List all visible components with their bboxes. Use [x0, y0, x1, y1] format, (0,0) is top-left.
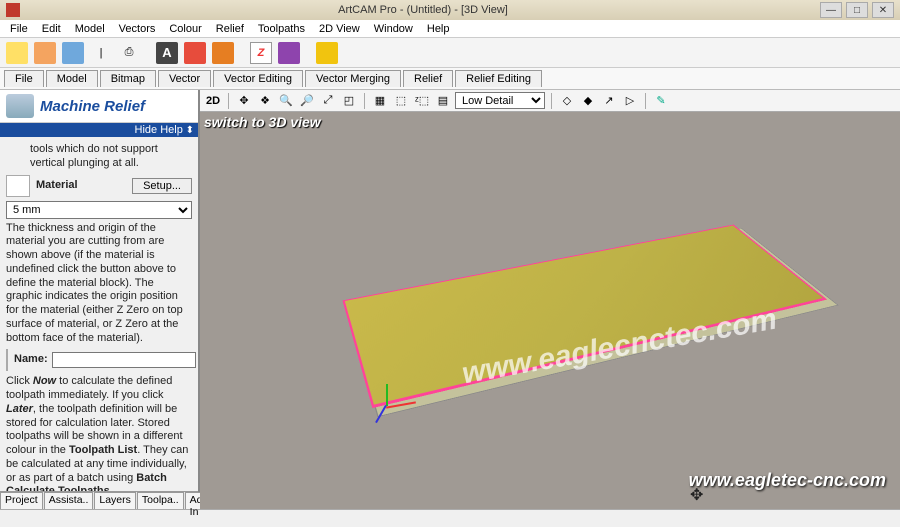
tab-toolbar: File Model Bitmap Vector Vector Editing … [0, 68, 900, 90]
material-thickness-select[interactable]: 5 mm [6, 201, 192, 219]
menu-window[interactable]: Window [368, 22, 419, 36]
play-icon[interactable]: ▷ [621, 92, 639, 110]
menubar: File Edit Model Vectors Colour Relief To… [0, 20, 900, 38]
tab-file[interactable]: File [4, 70, 44, 87]
btab-assistant[interactable]: Assista.. [44, 492, 94, 509]
viewport-3d[interactable]: 2D ✥ ❖ 🔍 🔎 ⤢ ◰ ▦ ⬚ ᶻ⬚ ▤ Low Detail ◇ ◆ ↗… [200, 90, 900, 509]
tab-vector-merging[interactable]: Vector Merging [305, 70, 401, 87]
menu-file[interactable]: File [4, 22, 34, 36]
name-input[interactable] [52, 352, 196, 368]
zoom-window-icon[interactable]: ◰ [340, 92, 358, 110]
hide-help-bar[interactable]: Hide Help ⬍ [0, 123, 198, 137]
name-icon [6, 349, 8, 371]
relief-scene [320, 160, 850, 440]
menu-help[interactable]: Help [421, 22, 456, 36]
switch-to-3d-label: switch to 3D view [204, 114, 321, 130]
zoom-out-icon[interactable]: 🔎 [298, 92, 316, 110]
view-z-icon[interactable]: ᶻ⬚ [413, 92, 431, 110]
material-bounding-box [342, 225, 827, 409]
move-icon[interactable]: ✥ [235, 92, 253, 110]
tab-relief-editing[interactable]: Relief Editing [455, 70, 542, 87]
view-iso-icon[interactable]: ⬚ [392, 92, 410, 110]
view-2d-button[interactable]: 2D [204, 92, 222, 110]
tab-vector[interactable]: Vector [158, 70, 211, 87]
z-tool-icon[interactable]: Z [250, 42, 272, 64]
book-icon[interactable] [278, 42, 300, 64]
btab-project[interactable]: Project [0, 492, 43, 509]
machine-relief-icon [6, 94, 34, 118]
sidebar-bottom-tabs: Project Assista.. Layers Toolpa.. Add In [0, 491, 198, 509]
shade-solid-icon[interactable]: ◆ [579, 92, 597, 110]
menu-model[interactable]: Model [69, 22, 111, 36]
save-icon[interactable] [62, 42, 84, 64]
viewport-toolbar: 2D ✥ ❖ 🔍 🔎 ⤢ ◰ ▦ ⬚ ᶻ⬚ ▤ Low Detail ◇ ◆ ↗… [200, 90, 900, 112]
move-cursor-icon: ✥ [690, 485, 703, 505]
menu-vectors[interactable]: Vectors [113, 22, 162, 36]
detail-select[interactable]: Low Detail [455, 92, 545, 109]
orange-tool-icon[interactable] [212, 42, 234, 64]
btab-layers[interactable]: Layers [94, 492, 136, 509]
tab-model[interactable]: Model [46, 70, 98, 87]
new-icon[interactable] [6, 42, 28, 64]
name-label: Name: [14, 353, 48, 367]
material-description: The thickness and origin of the material… [6, 222, 192, 346]
red-tool-icon[interactable] [184, 42, 206, 64]
main-toolbar: | ⎙ A Z [0, 38, 900, 68]
menu-relief[interactable]: Relief [210, 22, 250, 36]
menu-toolpaths[interactable]: Toolpaths [252, 22, 311, 36]
people-icon[interactable] [316, 42, 338, 64]
rotate-icon[interactable]: ❖ [256, 92, 274, 110]
menu-colour[interactable]: Colour [163, 22, 207, 36]
statusbar [0, 509, 900, 527]
y-axis-icon [386, 384, 388, 406]
open-icon[interactable] [34, 42, 56, 64]
tab-relief[interactable]: Relief [403, 70, 453, 87]
sidebar-body: tools which do not support vertical plun… [0, 137, 198, 491]
shade-diamond-icon[interactable]: ◇ [558, 92, 576, 110]
close-window-button[interactable]: ✕ [872, 2, 894, 18]
setup-button[interactable]: Setup... [132, 178, 192, 194]
view-grid-icon[interactable]: ▤ [434, 92, 452, 110]
separator-icon: | [90, 42, 112, 64]
menu-edit[interactable]: Edit [36, 22, 67, 36]
sidebar: Machine Relief Hide Help ⬍ tools which d… [0, 90, 200, 509]
sidebar-header: Machine Relief [0, 90, 198, 123]
watermark-2: www.eagletec-cnc.com [689, 470, 886, 491]
print-icon[interactable]: ⎙ [118, 42, 140, 64]
axis-icon[interactable]: ↗ [600, 92, 618, 110]
zoom-in-icon[interactable]: 🔍 [277, 92, 295, 110]
tab-bitmap[interactable]: Bitmap [100, 70, 156, 87]
maximize-button[interactable]: □ [846, 2, 868, 18]
minimize-button[interactable]: — [820, 2, 842, 18]
titlebar: ArtCAM Pro - (Untitled) - [3D View] — □ … [0, 0, 900, 20]
brush-icon[interactable]: ✎ [652, 92, 670, 110]
zoom-fit-icon[interactable]: ⤢ [319, 92, 337, 110]
view-top-icon[interactable]: ▦ [371, 92, 389, 110]
artcam-a-icon[interactable]: A [156, 42, 178, 64]
btab-toolpaths[interactable]: Toolpa.. [137, 492, 184, 509]
app-icon [6, 3, 20, 17]
window-title: ArtCAM Pro - (Untitled) - [3D View] [26, 4, 820, 16]
sidebar-title: Machine Relief [40, 98, 145, 115]
intro-text: tools which do not support vertical plun… [30, 143, 192, 171]
name-description: Click Now to calculate the defined toolp… [6, 375, 192, 491]
material-label: Material [36, 179, 78, 193]
material-icon [6, 175, 30, 197]
menu-2dview[interactable]: 2D View [313, 22, 366, 36]
tab-vector-editing[interactable]: Vector Editing [213, 70, 303, 87]
